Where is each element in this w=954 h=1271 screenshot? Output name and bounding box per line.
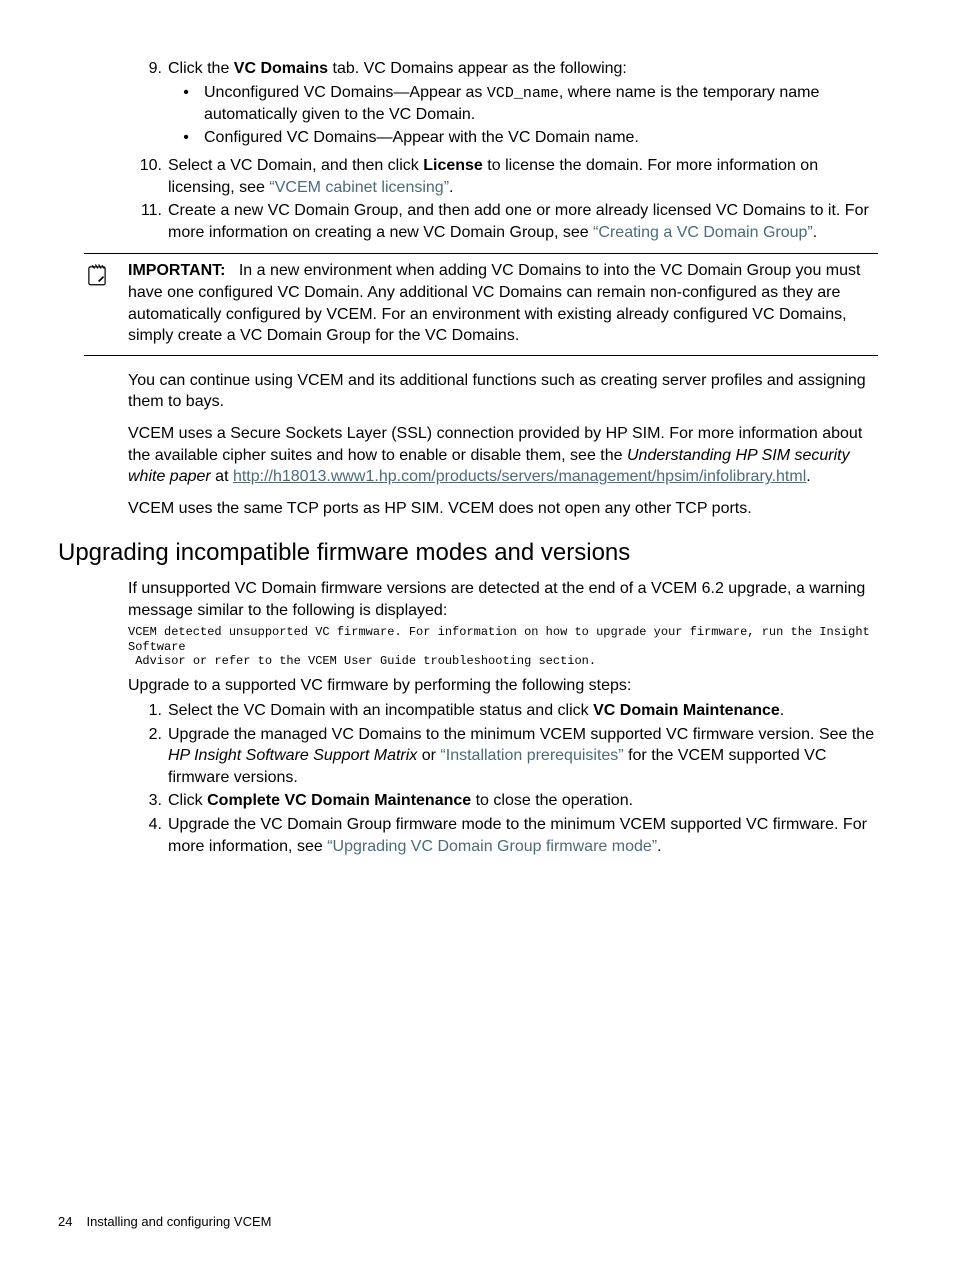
paragraph: Upgrade to a supported VC firmware by pe… xyxy=(128,675,878,697)
text: tab. VC Domains appear as the following: xyxy=(328,60,627,77)
content-area: 9. Click the VC Domains tab. VC Domains … xyxy=(128,58,878,857)
text: . xyxy=(813,224,817,241)
text: Click the xyxy=(168,60,234,77)
list-number: 4. xyxy=(128,814,168,857)
list-number: 11. xyxy=(128,200,168,243)
cross-ref-link[interactable]: “Installation prerequisites” xyxy=(440,747,623,764)
bold-text: License xyxy=(423,157,483,174)
step-item-3: 3. Click Complete VC Domain Maintenance … xyxy=(128,790,878,812)
note-icon xyxy=(84,260,128,346)
cross-ref-link[interactable]: “VCEM cabinet licensing” xyxy=(269,179,449,196)
section-heading: Upgrading incompatible firmware modes an… xyxy=(58,539,878,568)
footer-title: Installing and configuring VCEM xyxy=(86,1214,271,1229)
step-item-1: 1. Select the VC Domain with an incompat… xyxy=(128,700,878,722)
cross-ref-link[interactable]: “Creating a VC Domain Group” xyxy=(593,224,813,241)
important-note: IMPORTANT: In a new environment when add… xyxy=(84,253,878,355)
step-item-4: 4. Upgrade the VC Domain Group firmware … xyxy=(128,814,878,857)
ordered-list-continued: 9. Click the VC Domains tab. VC Domains … xyxy=(128,58,878,243)
text: Upgrade the managed VC Domains to the mi… xyxy=(168,726,874,743)
list-number: 9. xyxy=(128,58,168,153)
list-item-11: 11. Create a new VC Domain Group, and th… xyxy=(128,200,878,243)
step-item-2: 2. Upgrade the managed VC Domains to the… xyxy=(128,724,878,789)
important-body: In a new environment when adding VC Doma… xyxy=(128,262,860,344)
list-number: 2. xyxy=(128,724,168,789)
list-number: 10. xyxy=(128,155,168,198)
cross-ref-link[interactable]: “Upgrading VC Domain Group firmware mode… xyxy=(327,838,657,855)
sub-list-item: • Configured VC Domains—Appear with the … xyxy=(168,127,878,149)
text: to close the operation. xyxy=(471,792,633,809)
sub-list: • Unconfigured VC Domains—Appear as VCD_… xyxy=(168,82,878,149)
code-block: VCEM detected unsupported VC firmware. F… xyxy=(128,625,878,668)
page-number: 24 xyxy=(58,1214,72,1229)
bold-text: Complete VC Domain Maintenance xyxy=(207,792,471,809)
text: . xyxy=(780,702,784,719)
text: Click xyxy=(168,792,207,809)
page: 9. Click the VC Domains tab. VC Domains … xyxy=(0,0,954,1271)
sub-list-item: • Unconfigured VC Domains—Appear as VCD_… xyxy=(168,82,878,126)
page-footer: 24 Installing and configuring VCEM xyxy=(58,1214,271,1229)
bullet: • xyxy=(168,82,204,126)
bold-text: VC Domain Maintenance xyxy=(593,702,780,719)
text: . xyxy=(806,468,810,485)
text: Select the VC Domain with an incompatibl… xyxy=(168,702,593,719)
bullet: • xyxy=(168,127,204,149)
text: at xyxy=(211,468,233,485)
list-item-10: 10. Select a VC Domain, and then click L… xyxy=(128,155,878,198)
paragraph: VCEM uses a Secure Sockets Layer (SSL) c… xyxy=(128,423,878,488)
text: Select a VC Domain, and then click xyxy=(168,157,423,174)
text: Unconfigured VC Domains—Appear as xyxy=(204,84,487,101)
text: . xyxy=(657,838,661,855)
bold-text: VC Domains xyxy=(234,60,328,77)
code-text: VCD_name xyxy=(487,85,559,102)
list-item-9: 9. Click the VC Domains tab. VC Domains … xyxy=(128,58,878,153)
text: Configured VC Domains—Appear with the VC… xyxy=(204,129,639,146)
paragraph: VCEM uses the same TCP ports as HP SIM. … xyxy=(128,498,878,520)
external-link[interactable]: http://h18013.www1.hp.com/products/serve… xyxy=(233,468,806,485)
paragraph: If unsupported VC Domain firmware versio… xyxy=(128,578,878,621)
italic-text: HP Insight Software Support Matrix xyxy=(168,747,417,764)
important-label: IMPORTANT: xyxy=(128,262,225,279)
list-number: 1. xyxy=(128,700,168,722)
text: or xyxy=(417,747,440,764)
ordered-list-steps: 1. Select the VC Domain with an incompat… xyxy=(128,700,878,857)
text: . xyxy=(449,179,453,196)
list-number: 3. xyxy=(128,790,168,812)
paragraph: You can continue using VCEM and its addi… xyxy=(128,370,878,413)
